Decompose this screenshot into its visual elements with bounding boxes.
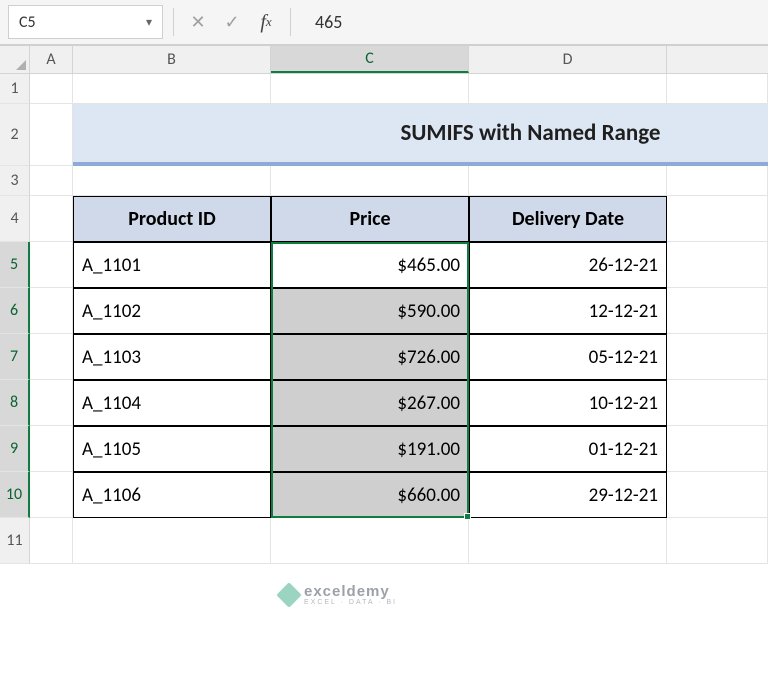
grid-row: [30, 518, 768, 564]
cell[interactable]: [30, 288, 73, 334]
price-cell[interactable]: $191.00: [271, 426, 469, 472]
grid-body: 1 2 3 4 5 6 7 8 9 10 11 SUMIFS with Name…: [0, 74, 768, 564]
product-id-cell[interactable]: A_1106: [73, 472, 271, 518]
price-cell[interactable]: $267.00: [271, 380, 469, 426]
cell[interactable]: [30, 242, 73, 288]
cell[interactable]: [469, 166, 667, 196]
watermark-brand: exceldemy: [304, 584, 397, 599]
row-header[interactable]: 10: [0, 472, 30, 518]
separator: [290, 8, 291, 36]
product-id-cell[interactable]: A_1101: [73, 242, 271, 288]
watermark-tagline: EXCEL · DATA · BI: [304, 599, 397, 606]
row-header[interactable]: 4: [0, 196, 30, 242]
column-header-row: A B C D: [0, 46, 768, 74]
row-header[interactable]: 2: [0, 104, 30, 166]
cell[interactable]: [30, 380, 73, 426]
date-cell[interactable]: 10-12-21: [469, 380, 667, 426]
row-header[interactable]: 1: [0, 74, 30, 104]
cell[interactable]: [30, 196, 73, 242]
table-row: A_1101 $465.00 26-12-21: [30, 242, 768, 288]
grid-row: [30, 74, 768, 104]
confirm-icon[interactable]: ✓: [218, 8, 246, 36]
row-header[interactable]: 6: [0, 288, 30, 334]
cell[interactable]: [271, 166, 469, 196]
cell[interactable]: [667, 166, 768, 196]
cells-area[interactable]: SUMIFS with Named Range Pr: [30, 74, 768, 564]
col-header-D[interactable]: D: [469, 46, 667, 73]
table-row: A_1103 $726.00 05-12-21: [30, 334, 768, 380]
cell[interactable]: [73, 518, 271, 564]
row-header[interactable]: 3: [0, 166, 30, 196]
cell[interactable]: [667, 380, 768, 426]
grid-row: [30, 166, 768, 196]
date-cell[interactable]: 29-12-21: [469, 472, 667, 518]
date-cell[interactable]: 05-12-21: [469, 334, 667, 380]
cell[interactable]: [667, 426, 768, 472]
product-id-cell[interactable]: A_1102: [73, 288, 271, 334]
col-header-C[interactable]: C: [271, 46, 469, 73]
cell[interactable]: [30, 166, 73, 196]
col-header-A[interactable]: A: [30, 46, 73, 73]
date-cell[interactable]: 12-12-21: [469, 288, 667, 334]
cell[interactable]: [271, 518, 469, 564]
select-all-corner[interactable]: [0, 46, 30, 73]
grid-row: Product ID Price Delivery Date: [30, 196, 768, 242]
price-cell[interactable]: $726.00: [271, 334, 469, 380]
product-id-cell[interactable]: A_1104: [73, 380, 271, 426]
table-row: A_1105 $191.00 01-12-21: [30, 426, 768, 472]
table-row: A_1106 $660.00 29-12-21: [30, 472, 768, 518]
table-header[interactable]: Product ID: [73, 196, 271, 242]
cell[interactable]: [30, 472, 73, 518]
cell[interactable]: [30, 426, 73, 472]
formula-bar: C5 ▾ ✕ ✓ fx 465: [0, 0, 768, 46]
table-header[interactable]: Price: [271, 196, 469, 242]
name-box[interactable]: C5 ▾: [8, 5, 163, 39]
cell[interactable]: [667, 472, 768, 518]
row-header[interactable]: 11: [0, 518, 30, 564]
row-header[interactable]: 9: [0, 426, 30, 472]
table-header[interactable]: Delivery Date: [469, 196, 667, 242]
cell[interactable]: [469, 74, 667, 104]
name-box-value: C5: [19, 13, 36, 32]
cell[interactable]: [667, 288, 768, 334]
date-cell[interactable]: 01-12-21: [469, 426, 667, 472]
cell[interactable]: [73, 166, 271, 196]
watermark-logo-icon: [276, 582, 301, 607]
row-header-col: 1 2 3 4 5 6 7 8 9 10 11: [0, 74, 30, 564]
separator: [173, 8, 174, 36]
product-id-cell[interactable]: A_1105: [73, 426, 271, 472]
cell[interactable]: [667, 518, 768, 564]
cell[interactable]: [30, 334, 73, 380]
price-cell[interactable]: $590.00: [271, 288, 469, 334]
product-id-cell[interactable]: A_1103: [73, 334, 271, 380]
chevron-down-icon[interactable]: ▾: [146, 15, 152, 30]
cell[interactable]: [30, 104, 73, 166]
watermark: exceldemy EXCEL · DATA · BI: [280, 584, 397, 606]
table-row: A_1102 $590.00 12-12-21: [30, 288, 768, 334]
grid-row: [30, 104, 768, 166]
col-header-B[interactable]: B: [73, 46, 271, 73]
row-header[interactable]: 7: [0, 334, 30, 380]
table-row: A_1104 $267.00 10-12-21: [30, 380, 768, 426]
fx-icon[interactable]: fx: [252, 8, 280, 36]
cell[interactable]: [73, 74, 271, 104]
cell[interactable]: [667, 74, 768, 104]
cell[interactable]: [667, 242, 768, 288]
cell[interactable]: [667, 196, 768, 242]
cell[interactable]: [30, 74, 73, 104]
row-header[interactable]: 5: [0, 242, 30, 288]
date-cell[interactable]: 26-12-21: [469, 242, 667, 288]
cell[interactable]: [469, 518, 667, 564]
cancel-icon[interactable]: ✕: [184, 8, 212, 36]
cell[interactable]: [30, 518, 73, 564]
formula-input[interactable]: 465: [301, 11, 760, 33]
cell[interactable]: [271, 74, 469, 104]
price-cell[interactable]: $465.00: [271, 242, 469, 288]
row-header[interactable]: 8: [0, 380, 30, 426]
price-cell[interactable]: $660.00: [271, 472, 469, 518]
cell[interactable]: [667, 334, 768, 380]
